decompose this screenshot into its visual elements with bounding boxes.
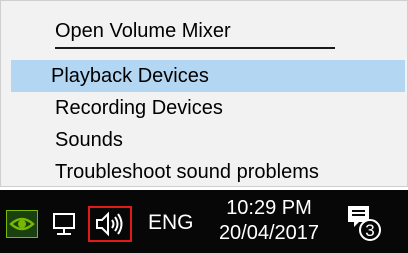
network-icon[interactable] <box>52 211 78 237</box>
nvidia-icon[interactable] <box>6 210 38 238</box>
clock-date: 20/04/2017 <box>218 222 320 244</box>
menu-item-open-volume-mixer[interactable]: Open Volume Mixer <box>15 15 408 47</box>
menu-separator <box>55 47 335 49</box>
volume-icon[interactable] <box>88 206 132 242</box>
clock-time: 10:29 PM <box>226 197 312 219</box>
menu-item-playback-devices[interactable]: Playback Devices <box>11 60 405 92</box>
taskbar: ENG 10:29 PM 20/04/2017 3 <box>0 190 408 253</box>
sound-context-menu: Open Volume Mixer Playback Devices Recor… <box>0 0 408 187</box>
clock[interactable]: 10:29 PM 20/04/2017 <box>204 196 334 246</box>
language-indicator[interactable]: ENG <box>148 211 194 235</box>
menu-item-troubleshoot-sound-problems[interactable]: Troubleshoot sound problems <box>15 156 408 188</box>
notification-icon: 3 <box>348 206 381 241</box>
menu-item-recording-devices[interactable]: Recording Devices <box>15 92 408 124</box>
menu-item-sounds[interactable]: Sounds <box>15 124 408 156</box>
notification-count: 3 <box>365 221 374 240</box>
action-center-button[interactable]: 3 <box>343 202 385 244</box>
